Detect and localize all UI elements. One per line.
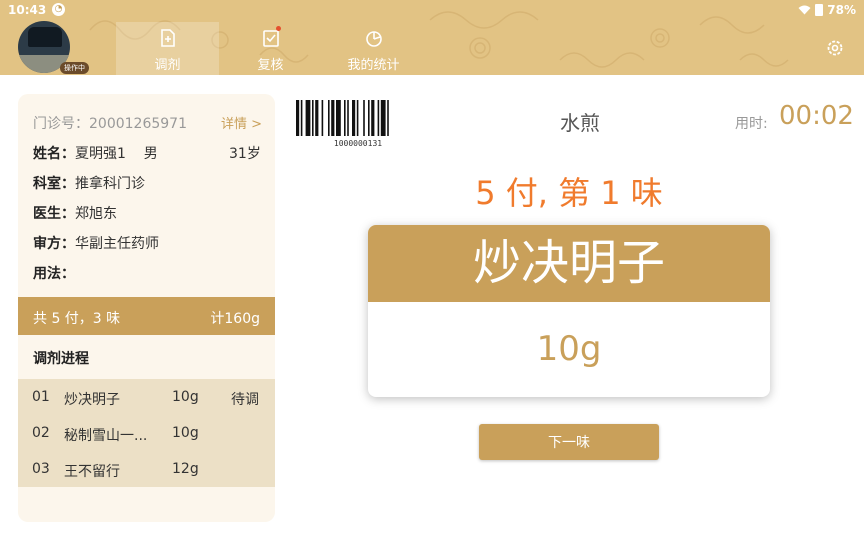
document-plus-icon bbox=[160, 29, 175, 47]
herb-amount: 10g bbox=[172, 389, 199, 405]
status-time: 10:43 bbox=[8, 3, 47, 17]
herb-list: 01 炒决明子 10g 待调 02 秘制雪山一... 10g 03 王不留行 1… bbox=[18, 379, 275, 487]
herb-name: 王不留行 bbox=[64, 464, 120, 480]
patient-name-row: 姓名：夏明强1 男 bbox=[33, 143, 158, 163]
notification-dot bbox=[276, 26, 281, 31]
checklist-icon bbox=[262, 30, 279, 47]
herb-row[interactable]: 01 炒决明子 10g 待调 bbox=[18, 379, 275, 415]
status-bar: 10:43 ◔ 78% bbox=[0, 0, 864, 22]
summary-doses: 共 5 付，3 味 bbox=[33, 311, 121, 327]
battery-level: 78% bbox=[827, 3, 856, 17]
app-notification-icon: ◔ bbox=[52, 3, 65, 16]
patient-gender: 男 bbox=[143, 146, 158, 162]
doctor: 郑旭东 bbox=[75, 206, 117, 222]
progress-title: 调剂进程 bbox=[33, 351, 89, 367]
reviewer-row: 审方：华副主任药师 bbox=[33, 233, 159, 253]
herb-name: 炒决明子 bbox=[64, 392, 120, 408]
herb-row[interactable]: 03 王不留行 12g bbox=[18, 451, 275, 487]
decoction-method: 水煎 bbox=[560, 111, 600, 135]
battery-icon bbox=[815, 4, 824, 16]
tab-review[interactable]: 复核 bbox=[219, 22, 322, 75]
tab-my-stats-label: 我的统计 bbox=[347, 58, 400, 73]
prescription-summary-bar: 共 5 付，3 味 计160g bbox=[18, 297, 275, 335]
usage-row: 用法： bbox=[33, 263, 75, 283]
herb-status: 待调 bbox=[231, 392, 259, 408]
name-label: 姓名： bbox=[33, 146, 75, 162]
tab-dispense[interactable]: 调剂 bbox=[116, 22, 219, 75]
reviewer-label: 审方： bbox=[33, 236, 75, 252]
details-link[interactable]: 详情 > bbox=[221, 113, 262, 132]
usage-label: 用法： bbox=[33, 266, 75, 282]
clinic-number-label: 门诊号： bbox=[33, 116, 89, 132]
status-indicators: 78% bbox=[798, 3, 856, 17]
next-herb-button[interactable]: 下一味 bbox=[479, 424, 659, 460]
doctor-label: 医生： bbox=[33, 206, 75, 222]
gear-icon[interactable] bbox=[825, 38, 845, 58]
barcode bbox=[296, 100, 389, 136]
wifi-icon bbox=[798, 5, 811, 15]
department-row: 科室：推拿科门诊 bbox=[33, 173, 145, 193]
herb-index: 01 bbox=[32, 389, 50, 405]
pie-chart-icon bbox=[365, 31, 382, 47]
department-label: 科室： bbox=[33, 176, 75, 192]
doctor-row: 医生：郑旭东 bbox=[33, 203, 117, 223]
avatar-hat-shape bbox=[28, 27, 62, 47]
app-header: 10:43 ◔ 78% 操作中 调剂 复核 我的统计 bbox=[0, 0, 864, 75]
herb-index: 03 bbox=[32, 461, 50, 477]
herb-name: 秘制雪山一... bbox=[64, 428, 148, 444]
clinic-number: 20001265971 bbox=[89, 116, 187, 132]
operator-status-badge: 操作中 bbox=[60, 62, 89, 74]
clinic-number-row: 门诊号：20001265971 bbox=[33, 113, 187, 133]
herb-row[interactable]: 02 秘制雪山一... 10g bbox=[18, 415, 275, 451]
tab-dispense-label: 调剂 bbox=[154, 58, 181, 73]
herb-index: 02 bbox=[32, 425, 50, 441]
elapsed-time: 00:02 bbox=[779, 101, 854, 131]
reviewer: 华副主任药师 bbox=[75, 236, 159, 252]
herb-amount: 10g bbox=[172, 425, 199, 441]
patient-age: 31岁 bbox=[229, 146, 261, 162]
patient-name: 夏明强1 bbox=[75, 146, 126, 162]
current-herb-card: 炒决明子 10g bbox=[368, 225, 770, 397]
summary-total-weight: 计160g bbox=[210, 311, 260, 327]
department: 推拿科门诊 bbox=[75, 176, 145, 192]
elapsed-time-label: 用时: bbox=[735, 116, 768, 132]
herb-amount: 12g bbox=[172, 461, 199, 477]
tab-my-stats[interactable]: 我的统计 bbox=[322, 22, 425, 75]
tab-review-label: 复核 bbox=[257, 58, 284, 73]
current-herb-name: 炒决明子 bbox=[368, 225, 770, 302]
current-herb-amount: 10g bbox=[536, 329, 602, 369]
dose-progress: 5 付, 第 1 味 bbox=[475, 174, 663, 212]
prescription-card: 门诊号：20001265971 详情 > 姓名：夏明强1 男 31岁 科室：推拿… bbox=[18, 94, 275, 522]
barcode-number: 1000000131 bbox=[333, 139, 383, 148]
